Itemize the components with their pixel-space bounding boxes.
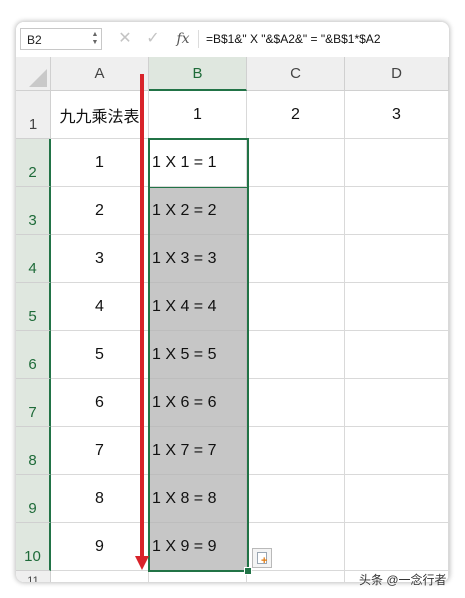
row-header-2[interactable]: 2	[16, 139, 51, 187]
cell-a9[interactable]: 8	[51, 475, 149, 523]
select-all-button[interactable]	[16, 57, 51, 91]
cell-d5[interactable]	[345, 283, 449, 331]
cell-a3[interactable]: 2	[51, 187, 149, 235]
row-header-6[interactable]: 6	[16, 331, 51, 379]
cell-c1[interactable]: 2	[247, 91, 345, 139]
plus-icon: +	[261, 555, 268, 567]
column-header-a[interactable]: A	[51, 57, 149, 91]
cell-c5[interactable]	[247, 283, 345, 331]
spreadsheet-window: B2 ▲ ▼ ✕ ✓ fx =B$1&" X "&$A2&" = "&B$1*$A…	[16, 22, 449, 582]
cell-c4[interactable]	[247, 235, 345, 283]
cell-b3[interactable]: 1 X 2 = 2	[149, 187, 247, 235]
cell-a1[interactable]: 九九乘法表	[51, 91, 149, 139]
cell-c7[interactable]	[247, 379, 345, 427]
cell-c8[interactable]	[247, 427, 345, 475]
column-header-c[interactable]: C	[247, 57, 345, 91]
cell-c3[interactable]	[247, 187, 345, 235]
arrow-head-icon	[135, 556, 149, 570]
cell-d8[interactable]	[345, 427, 449, 475]
row-header-8[interactable]: 8	[16, 427, 51, 475]
cell-c2[interactable]	[247, 139, 345, 187]
down-arrow-annotation	[140, 74, 144, 560]
cell-b10[interactable]: 1 X 9 = 9	[149, 523, 247, 571]
cell-b6[interactable]: 1 X 5 = 5	[149, 331, 247, 379]
cell-d1[interactable]: 3	[345, 91, 449, 139]
cell-d10[interactable]	[345, 523, 449, 571]
row-header-1[interactable]: 1	[16, 91, 51, 139]
cell-b9[interactable]: 1 X 8 = 8	[149, 475, 247, 523]
cell-b1[interactable]: 1	[149, 91, 247, 139]
cell-a7[interactable]: 6	[51, 379, 149, 427]
row-header-9[interactable]: 9	[16, 475, 51, 523]
row-header-11[interactable]: 11	[16, 571, 51, 582]
enter-icon[interactable]: ✓	[144, 28, 162, 50]
cell-b11[interactable]	[149, 571, 247, 582]
cell-a6[interactable]: 5	[51, 331, 149, 379]
cell-c9[interactable]	[247, 475, 345, 523]
cancel-icon[interactable]: ✕	[116, 28, 134, 50]
cell-a2[interactable]: 1	[51, 139, 149, 187]
row-header-4[interactable]: 4	[16, 235, 51, 283]
insert-function-icon[interactable]: fx	[174, 28, 192, 50]
spinner-icon[interactable]: ▲ ▼	[91, 31, 99, 47]
name-box[interactable]: B2	[20, 28, 102, 50]
auto-fill-options-icon[interactable]: +	[252, 548, 272, 568]
cell-b2[interactable]: 1 X 1 = 1	[149, 139, 247, 187]
cell-a8[interactable]: 7	[51, 427, 149, 475]
cell-b7[interactable]: 1 X 6 = 6	[149, 379, 247, 427]
cell-d2[interactable]	[345, 139, 449, 187]
select-all-icon	[29, 69, 47, 87]
formula-bar: B2 ▲ ▼ ✕ ✓ fx =B$1&" X "&$A2&" = "&B$1*$A…	[16, 22, 449, 58]
cell-d7[interactable]	[345, 379, 449, 427]
cell-d4[interactable]	[345, 235, 449, 283]
formula-input[interactable]: =B$1&" X "&$A2&" = "&B$1*$A2	[206, 28, 381, 50]
cell-d3[interactable]	[345, 187, 449, 235]
watermark: 头条 @一念行者	[359, 573, 447, 587]
row-header-7[interactable]: 7	[16, 379, 51, 427]
cell-c11[interactable]	[247, 571, 345, 582]
cell-d9[interactable]	[345, 475, 449, 523]
cell-b4[interactable]: 1 X 3 = 3	[149, 235, 247, 283]
cell-a5[interactable]: 4	[51, 283, 149, 331]
row-header-3[interactable]: 3	[16, 187, 51, 235]
column-header-d[interactable]: D	[345, 57, 449, 91]
row-header-10[interactable]: 10	[16, 523, 51, 571]
cell-b5[interactable]: 1 X 4 = 4	[149, 283, 247, 331]
fill-handle[interactable]	[244, 567, 252, 575]
cell-a11[interactable]	[51, 571, 149, 582]
divider	[198, 30, 199, 48]
column-header-b[interactable]: B	[149, 57, 247, 91]
cell-d6[interactable]	[345, 331, 449, 379]
cell-b8[interactable]: 1 X 7 = 7	[149, 427, 247, 475]
cell-c6[interactable]	[247, 331, 345, 379]
row-header-5[interactable]: 5	[16, 283, 51, 331]
cell-a4[interactable]: 3	[51, 235, 149, 283]
